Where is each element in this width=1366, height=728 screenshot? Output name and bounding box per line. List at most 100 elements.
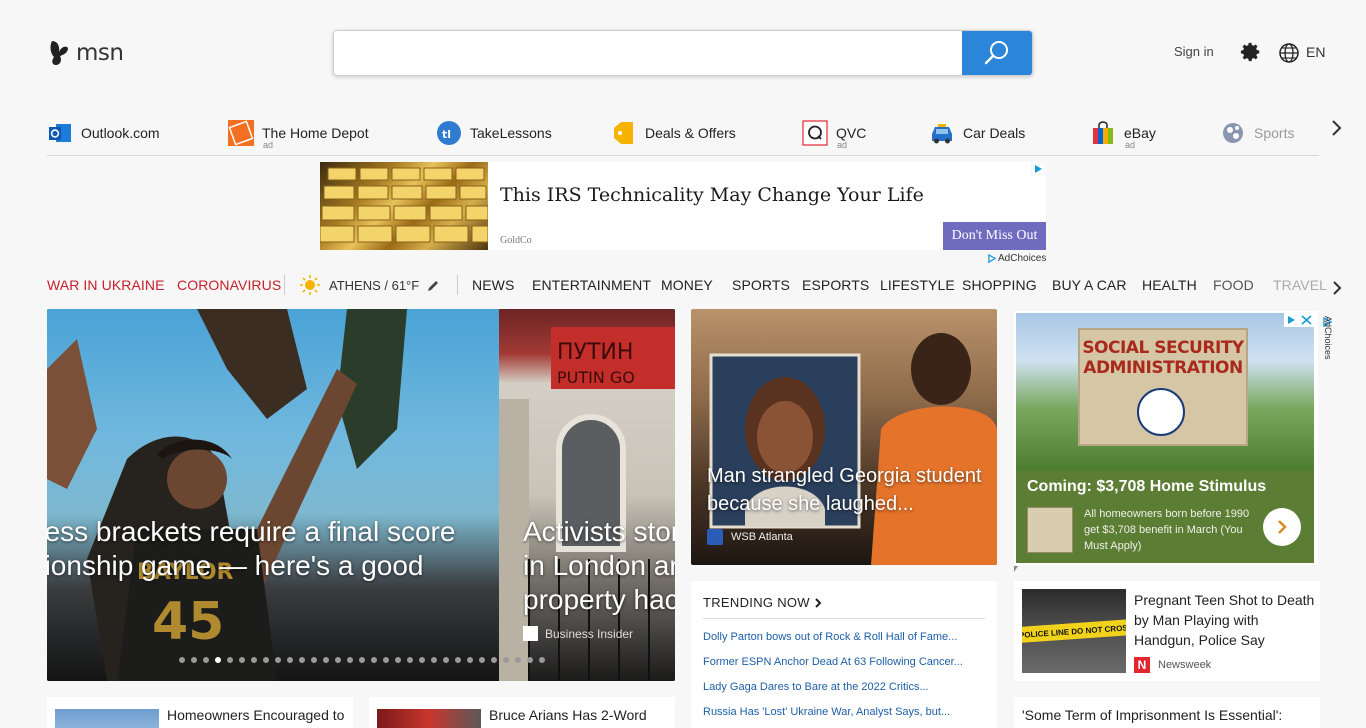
nav-travel[interactable]: TRAVEL xyxy=(1273,277,1327,293)
ad-choices-triangle-icon[interactable] xyxy=(1031,163,1045,175)
hero-headline-line: pionship game — here's a good xyxy=(47,550,424,581)
search-button[interactable] xyxy=(962,31,1032,75)
carousel-dot[interactable] xyxy=(479,657,485,663)
nav-news[interactable]: NEWS xyxy=(472,277,514,293)
carousel-dot[interactable] xyxy=(539,657,545,663)
side-ad-arrow-button[interactable] xyxy=(1263,508,1301,546)
story-card-georgia[interactable]: Man strangled Georgia student because sh… xyxy=(691,309,997,565)
nav-war-in-ukraine[interactable]: WAR IN UKRAINE xyxy=(47,277,165,293)
quicklink-outlook[interactable]: Outlook.com xyxy=(47,116,160,150)
carousel-dot[interactable] xyxy=(239,657,245,663)
bottom-story-card[interactable]: Homeowners Encouraged to xyxy=(47,697,353,728)
carousel-dot[interactable] xyxy=(419,657,425,663)
carousel-dot[interactable] xyxy=(263,657,269,663)
hero-headline-1[interactable]: ness brackets require a final score pion… xyxy=(47,515,499,583)
carousel-dot[interactable] xyxy=(383,657,389,663)
quicklink-sports[interactable]: Sports xyxy=(1220,116,1294,150)
quicklink-ebay[interactable]: eBay ad xyxy=(1090,116,1156,150)
sign-in-link[interactable]: Sign in xyxy=(1174,44,1214,59)
carousel-dot[interactable] xyxy=(455,657,461,663)
adchoices-link[interactable]: AdChoices xyxy=(988,253,1046,264)
adchoices-label: AdChoices xyxy=(1323,316,1333,360)
quicklink-label: eBay xyxy=(1124,125,1156,141)
carousel-dot[interactable] xyxy=(515,657,521,663)
carousel-dot[interactable] xyxy=(287,657,293,663)
carousel-dot[interactable] xyxy=(431,657,437,663)
carousel-dot[interactable] xyxy=(443,657,449,663)
quicklink-label: Sports xyxy=(1254,125,1295,141)
gear-icon[interactable] xyxy=(1240,41,1262,63)
trending-item[interactable]: Former ESPN Anchor Dead At 63 Following … xyxy=(703,656,985,668)
bottom-story-card[interactable]: 'Some Term of Imprisonment Is Essential'… xyxy=(1014,697,1320,728)
nav-shopping[interactable]: SHOPPING xyxy=(962,277,1037,293)
nav-money[interactable]: MONEY xyxy=(661,277,713,293)
ad-close-icon[interactable] xyxy=(1284,313,1314,327)
quicklink-home-depot[interactable]: The Home Depot ad xyxy=(228,116,369,150)
carousel-dot[interactable] xyxy=(215,657,221,663)
chevron-right-icon xyxy=(1278,520,1287,534)
quicklink-deals-offers[interactable]: Deals & Offers xyxy=(611,116,736,150)
carousel-dot[interactable] xyxy=(359,657,365,663)
pencil-icon[interactable] xyxy=(427,279,440,292)
basketball-photo: 45 BAYLOR xyxy=(47,309,407,681)
story-title: Bruce Arians Has 2-Word xyxy=(489,707,647,723)
chevron-right-icon[interactable] xyxy=(1328,118,1344,138)
trending-item[interactable]: Lady Gaga Dares to Bare at the 2022 Crit… xyxy=(703,681,985,693)
carousel-dot[interactable] xyxy=(203,657,209,663)
banner-ad[interactable]: This IRS Technicality May Change Your Li… xyxy=(320,162,1046,250)
nav-esports[interactable]: ESPORTS xyxy=(802,277,869,293)
nav-food[interactable]: FOOD xyxy=(1213,277,1254,293)
stimulus-ad[interactable]: SOCIAL SECURITY ADMINISTRATION Coming: $… xyxy=(1014,311,1318,565)
nav-health[interactable]: HEALTH xyxy=(1142,277,1197,293)
carousel-dot[interactable] xyxy=(467,657,473,663)
trending-item[interactable]: Russia Has 'Lost' Ukraine War, Analyst S… xyxy=(703,706,985,718)
story-card-teen[interactable]: POLICE LINE DO NOT CROSS Pregnant Teen S… xyxy=(1014,581,1320,681)
adchoices-vertical[interactable]: AdChoices xyxy=(1322,316,1334,377)
carousel-dot[interactable] xyxy=(323,657,329,663)
hero-slide-london[interactable]: ПУТИН PUTIN GO Activists stor in London … xyxy=(499,309,675,681)
nav-entertainment[interactable]: ENTERTAINMENT xyxy=(532,277,651,293)
carousel-dot[interactable] xyxy=(227,657,233,663)
msn-logo[interactable]: msn xyxy=(48,38,124,68)
carousel-dot[interactable] xyxy=(503,657,509,663)
quicklink-car-deals[interactable]: Car Deals xyxy=(929,116,1025,150)
carousel-dot[interactable] xyxy=(179,657,185,663)
carousel-dot[interactable] xyxy=(527,657,533,663)
quicklink-label: The Home Depot xyxy=(262,125,369,141)
carousel-dot[interactable] xyxy=(299,657,305,663)
search-input[interactable] xyxy=(334,31,963,75)
bottom-story-card[interactable]: Bruce Arians Has 2-Word xyxy=(369,697,675,728)
carousel-dot[interactable] xyxy=(191,657,197,663)
quicklink-takelessons[interactable]: tl TakeLessons xyxy=(436,116,552,150)
hero-headline-2[interactable]: Activists stor in London ar property hac xyxy=(523,515,675,617)
carousel-dot[interactable] xyxy=(491,657,497,663)
chevron-right-icon[interactable] xyxy=(1331,279,1343,297)
hero-carousel[interactable]: 45 BAYLOR ness brackets require a final … xyxy=(47,309,675,681)
quicklink-label: QVC xyxy=(836,125,867,141)
carousel-dot[interactable] xyxy=(407,657,413,663)
story-thumbnail xyxy=(377,709,481,728)
carousel-dot[interactable] xyxy=(395,657,401,663)
quick-links-bar: Outlook.com The Home Depot ad tl TakeLes… xyxy=(47,112,1319,156)
language-selector[interactable]: EN xyxy=(1306,44,1325,60)
globe-icon[interactable] xyxy=(1278,42,1300,64)
nav-lifestyle[interactable]: LIFESTYLE xyxy=(880,277,955,293)
carousel-dot[interactable] xyxy=(311,657,317,663)
nav-weather[interactable]: ATHENS / 61°F xyxy=(300,275,440,295)
qvc-icon xyxy=(802,120,828,146)
carousel-dot[interactable] xyxy=(251,657,257,663)
dont-miss-out-button[interactable]: Don't Miss Out xyxy=(943,222,1046,250)
carousel-dot[interactable] xyxy=(275,657,281,663)
story-thumbnail xyxy=(55,709,159,728)
trending-item[interactable]: Dolly Parton bows out of Rock & Roll Hal… xyxy=(703,631,985,643)
carousel-dot[interactable] xyxy=(347,657,353,663)
quicklink-qvc[interactable]: QVC ad xyxy=(802,116,866,150)
nav-coronavirus[interactable]: CORONAVIRUS xyxy=(177,277,281,293)
nav-sports[interactable]: SPORTS xyxy=(732,277,790,293)
trending-heading[interactable]: TRENDING NOW xyxy=(703,595,823,610)
category-nav: WAR IN UKRAINE CORONAVIRUS ATHENS / 61°F… xyxy=(47,275,1327,295)
nav-buy-a-car[interactable]: BUY A CAR xyxy=(1052,277,1127,293)
hero-slide-basketball[interactable]: 45 BAYLOR ness brackets require a final … xyxy=(47,309,499,681)
carousel-dot[interactable] xyxy=(335,657,341,663)
carousel-dot[interactable] xyxy=(371,657,377,663)
